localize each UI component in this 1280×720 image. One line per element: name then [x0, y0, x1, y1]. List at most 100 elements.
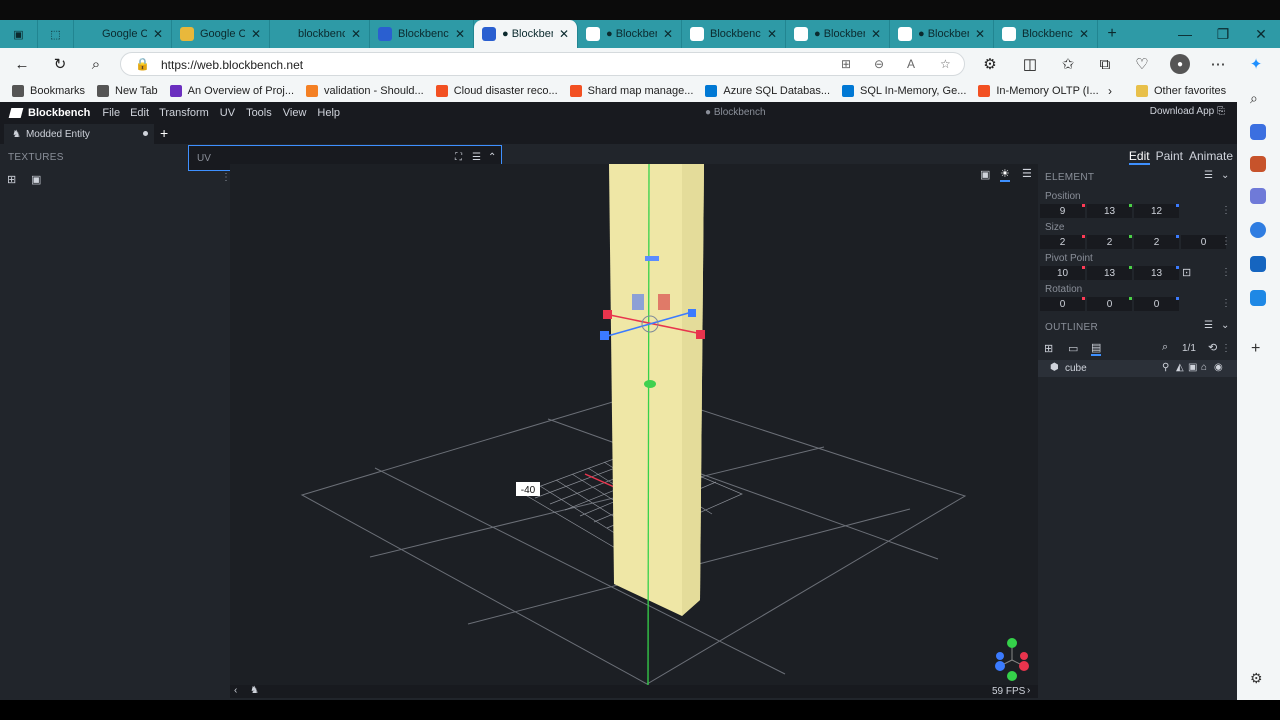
back-icon[interactable]: ←: [12, 54, 32, 74]
pivot-x-input[interactable]: 10: [1040, 266, 1085, 280]
tab-close-icon[interactable]: ✕: [871, 27, 881, 41]
mode-edit[interactable]: Edit: [1128, 149, 1150, 165]
new-project-button[interactable]: +: [160, 125, 168, 141]
status-right-arrow-icon[interactable]: ›: [1027, 685, 1030, 696]
tab-close-icon[interactable]: ✕: [351, 27, 361, 41]
bookmarks-overflow-icon[interactable]: ›: [1108, 84, 1112, 98]
menu-uv[interactable]: UV: [220, 107, 235, 119]
mode-paint[interactable]: Paint: [1156, 149, 1183, 165]
other-favorites-folder[interactable]: Other favorites: [1136, 85, 1226, 97]
bookmark-item[interactable]: validation - Should...: [306, 85, 424, 97]
tab-actions-icon[interactable]: ⬚: [38, 20, 74, 48]
menu-help[interactable]: Help: [317, 107, 340, 119]
bookmark-item[interactable]: New Tab: [97, 85, 158, 97]
orientation-neg-y-icon[interactable]: [1007, 671, 1017, 681]
browser-tab[interactable]: ● Blockben ✕: [578, 20, 682, 48]
3d-viewport[interactable]: -40 ▣ ☀ ☰: [230, 164, 1038, 685]
search-icon[interactable]: ⌕: [86, 54, 106, 74]
apps-icon[interactable]: ⊞: [841, 57, 851, 71]
favorites-icon[interactable]: ✩: [1058, 54, 1078, 74]
fullscreen-icon[interactable]: ⛶: [455, 152, 462, 163]
panel-menu-icon[interactable]: ☰: [472, 152, 481, 163]
lock-toggle-icon[interactable]: ⌂: [1201, 362, 1207, 373]
gizmo-x-handle-2[interactable]: [696, 330, 705, 339]
browser-tab[interactable]: Blockbenc ✕: [682, 20, 786, 48]
add-cube-icon[interactable]: ⊞: [1044, 342, 1053, 355]
browser-tab[interactable]: Blockbenc ✕: [994, 20, 1098, 48]
tab-close-icon[interactable]: ✕: [455, 27, 465, 41]
outliner-cube-row[interactable]: ⬢ cube ⚲ ◭ ▣ ⌂ ◉: [1038, 360, 1237, 377]
size-x-input[interactable]: 2: [1040, 235, 1085, 249]
project-tab[interactable]: ♞ Modded Entity: [4, 124, 154, 144]
status-left-arrow-icon[interactable]: ‹: [234, 685, 237, 696]
tab-close-icon[interactable]: ✕: [767, 27, 777, 41]
sidebar-toolbox-icon[interactable]: [1250, 156, 1266, 172]
position-menu-icon[interactable]: ⋮: [1221, 205, 1231, 216]
browser-tab[interactable]: ● Blockben ✕: [474, 20, 578, 48]
collections-icon[interactable]: ⧉: [1095, 54, 1115, 74]
orientation-z-icon[interactable]: [995, 661, 1005, 671]
size-menu-icon[interactable]: ⋮: [1221, 236, 1231, 247]
toggle-icon[interactable]: ⟲: [1208, 341, 1217, 354]
browser-tab[interactable]: blockbenc ✕: [270, 20, 370, 48]
visibility-eye-icon[interactable]: ◉: [1214, 362, 1223, 373]
export-icon[interactable]: ▣: [1188, 362, 1197, 373]
browser-tab[interactable]: Google Ch ✕: [74, 20, 172, 48]
favorite-star-icon[interactable]: ☆: [940, 57, 951, 71]
sidebar-tag-icon[interactable]: [1250, 124, 1266, 140]
shade-icon[interactable]: ◭: [1176, 362, 1184, 373]
rotation-menu-icon[interactable]: ⋮: [1221, 298, 1231, 309]
gizmo-z-handle[interactable]: [600, 331, 609, 340]
size-y-input[interactable]: 2: [1087, 235, 1132, 249]
browser-tab[interactable]: ● Blockben ✕: [890, 20, 994, 48]
minimize-button[interactable]: —: [1166, 20, 1204, 48]
gizmo-plane-handle[interactable]: [632, 294, 644, 310]
orientation-neg-z-icon[interactable]: [996, 652, 1004, 660]
split-screen-icon[interactable]: ◫: [1020, 54, 1040, 74]
sidebar-outlook-icon[interactable]: [1250, 256, 1266, 272]
download-app-button[interactable]: Download App ⎘: [1150, 106, 1225, 117]
performance-icon[interactable]: ♡: [1132, 54, 1152, 74]
tab-close-icon[interactable]: ✕: [251, 27, 261, 41]
refresh-icon[interactable]: ↻: [50, 54, 70, 74]
bookmark-item[interactable]: Azure SQL Databas...: [705, 85, 830, 97]
url-field[interactable]: 🔒 https://web.blockbench.net ⊞ ⊖ A ☆: [120, 52, 965, 76]
menu-file[interactable]: File: [102, 107, 120, 119]
menu-tools[interactable]: Tools: [246, 107, 272, 119]
outliner-menu-icon[interactable]: ☰: [1204, 320, 1213, 331]
element-menu-icon[interactable]: ☰: [1204, 170, 1213, 181]
pivot-menu-icon[interactable]: ⋮: [1221, 267, 1231, 278]
bookmark-item[interactable]: An Overview of Proj...: [169, 85, 294, 97]
rotation-y-input[interactable]: 0: [1087, 297, 1132, 311]
pivot-z-input[interactable]: 13: [1134, 266, 1179, 280]
collapse-icon[interactable]: ⌃: [488, 152, 496, 163]
read-aloud-icon[interactable]: A: [907, 57, 915, 71]
position-x-input[interactable]: 9: [1040, 204, 1085, 218]
outliner-more-icon[interactable]: ⋮: [1221, 343, 1231, 354]
import-texture-icon[interactable]: ▣: [31, 173, 41, 186]
tab-close-icon[interactable]: ✕: [1079, 27, 1089, 41]
close-window-button[interactable]: ✕: [1242, 20, 1280, 48]
mode-animate[interactable]: Animate: [1189, 149, 1233, 165]
gizmo-top-handle[interactable]: [645, 256, 659, 261]
browser-tab[interactable]: Blockbenc ✕: [370, 20, 474, 48]
sidebar-send-icon[interactable]: [1250, 290, 1266, 306]
element-collapse-icon[interactable]: ⌄: [1221, 170, 1229, 181]
sidebar-search-icon[interactable]: ⌕: [1250, 90, 1258, 107]
bookmark-item[interactable]: In-Memory OLTP (I...: [978, 85, 1099, 97]
add-texture-icon[interactable]: ⊞: [7, 173, 16, 186]
outliner-search-icon[interactable]: ⌕: [1162, 341, 1168, 354]
pin-icon[interactable]: ⚲: [1162, 362, 1169, 373]
position-y-input[interactable]: 13: [1087, 204, 1132, 218]
workspaces-icon[interactable]: ▣: [0, 20, 38, 48]
sidebar-office-icon[interactable]: [1250, 222, 1266, 238]
menu-transform[interactable]: Transform: [159, 107, 209, 119]
pivot-y-input[interactable]: 13: [1087, 266, 1132, 280]
restore-button[interactable]: ❐: [1204, 20, 1242, 48]
lighting-icon[interactable]: ☀: [1000, 167, 1010, 182]
center-pivot-icon[interactable]: ⊡: [1182, 266, 1191, 279]
add-group-icon[interactable]: ▭: [1068, 342, 1078, 355]
gizmo-x-handle[interactable]: [603, 310, 612, 319]
menu-edit[interactable]: Edit: [130, 107, 149, 119]
sidebar-settings-icon[interactable]: ⚙: [1250, 670, 1263, 687]
